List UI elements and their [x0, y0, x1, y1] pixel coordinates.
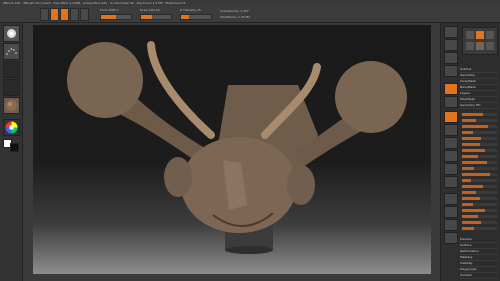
menu-item[interactable]: Geometry HD: [460, 103, 498, 109]
row-slider[interactable]: [462, 185, 497, 188]
alpha-icon[interactable]: [3, 61, 20, 78]
brush-size-icon[interactable]: [444, 26, 458, 38]
row-slider[interactable]: [462, 149, 497, 152]
row-slider[interactable]: [462, 197, 497, 200]
tool-thumbnails[interactable]: [462, 27, 498, 55]
spotlight-icon[interactable]: [444, 39, 458, 51]
draw-size-slider[interactable]: [140, 14, 172, 20]
row-slider[interactable]: [462, 113, 497, 116]
edit-button[interactable]: [40, 8, 49, 21]
row-slider[interactable]: [462, 191, 497, 194]
draw-button[interactable]: [50, 8, 59, 21]
right-shelf: [440, 23, 459, 281]
window-title: ZBrush 4R7 · ZBrush Document · Free Mem …: [3, 1, 186, 5]
perspective-icon[interactable]: [444, 83, 458, 95]
polyf-icon[interactable]: [444, 193, 458, 205]
left-shelf: [0, 23, 23, 281]
draw-size-label: Draw Size 64: [140, 8, 160, 12]
top-toolbar: Focal Shift 0 Draw Size 64 Z Intensity 2…: [0, 6, 500, 23]
move-button[interactable]: [60, 8, 69, 21]
row-slider[interactable]: [462, 173, 497, 176]
row-slider[interactable]: [462, 203, 497, 206]
row-slider[interactable]: [462, 215, 497, 218]
local-icon[interactable]: [444, 111, 458, 123]
active-points-label: ActivePoints: 2,307: [220, 9, 249, 13]
row-slider[interactable]: [462, 143, 497, 146]
actual-icon[interactable]: [444, 65, 458, 77]
viewport-canvas[interactable]: [33, 25, 431, 274]
row-slider[interactable]: [462, 119, 497, 122]
sculpt-model[interactable]: [33, 25, 431, 274]
row-slider[interactable]: [462, 137, 497, 140]
material-icon[interactable]: [3, 97, 20, 114]
solo-icon[interactable]: [444, 219, 458, 231]
row-slider[interactable]: [462, 125, 497, 128]
menu-item[interactable]: Contact: [460, 273, 498, 279]
rotate-button[interactable]: [80, 8, 89, 21]
xyz-icon[interactable]: [444, 124, 458, 136]
texture-icon[interactable]: [3, 79, 20, 96]
z-intensity-label: Z Intensity 25: [180, 8, 201, 12]
focal-shift-label: Focal Shift 0: [100, 8, 119, 12]
row-slider[interactable]: [462, 209, 497, 212]
scale-button[interactable]: [70, 8, 79, 21]
row-slider[interactable]: [462, 167, 497, 170]
row-slider[interactable]: [462, 161, 497, 164]
row-slider[interactable]: [462, 155, 497, 158]
floor-icon[interactable]: [444, 96, 458, 108]
row-slider[interactable]: [462, 179, 497, 182]
focal-shift-slider[interactable]: [100, 14, 132, 20]
xpose-icon[interactable]: [444, 232, 458, 244]
brush-icon[interactable]: [3, 25, 20, 42]
swatch-icon[interactable]: [10, 143, 19, 152]
scale-view-icon[interactable]: [444, 163, 458, 175]
rotate-view-icon[interactable]: [444, 176, 458, 188]
z-intensity-slider[interactable]: [180, 14, 212, 20]
row-slider[interactable]: [462, 221, 497, 224]
color-picker-icon[interactable]: [3, 119, 20, 136]
row-slider[interactable]: [462, 227, 497, 230]
row-slider[interactable]: [462, 131, 497, 134]
transp-icon[interactable]: [444, 206, 458, 218]
stroke-icon[interactable]: [3, 43, 20, 60]
zoom-icon[interactable]: [444, 52, 458, 64]
frame-icon[interactable]: [444, 137, 458, 149]
move-view-icon[interactable]: [444, 150, 458, 162]
total-points-label: TotalPoints: 2.33 Mil: [220, 15, 250, 19]
tool-panel: Subtool Geometry ArrayMesh NanoMesh Laye…: [458, 23, 500, 281]
